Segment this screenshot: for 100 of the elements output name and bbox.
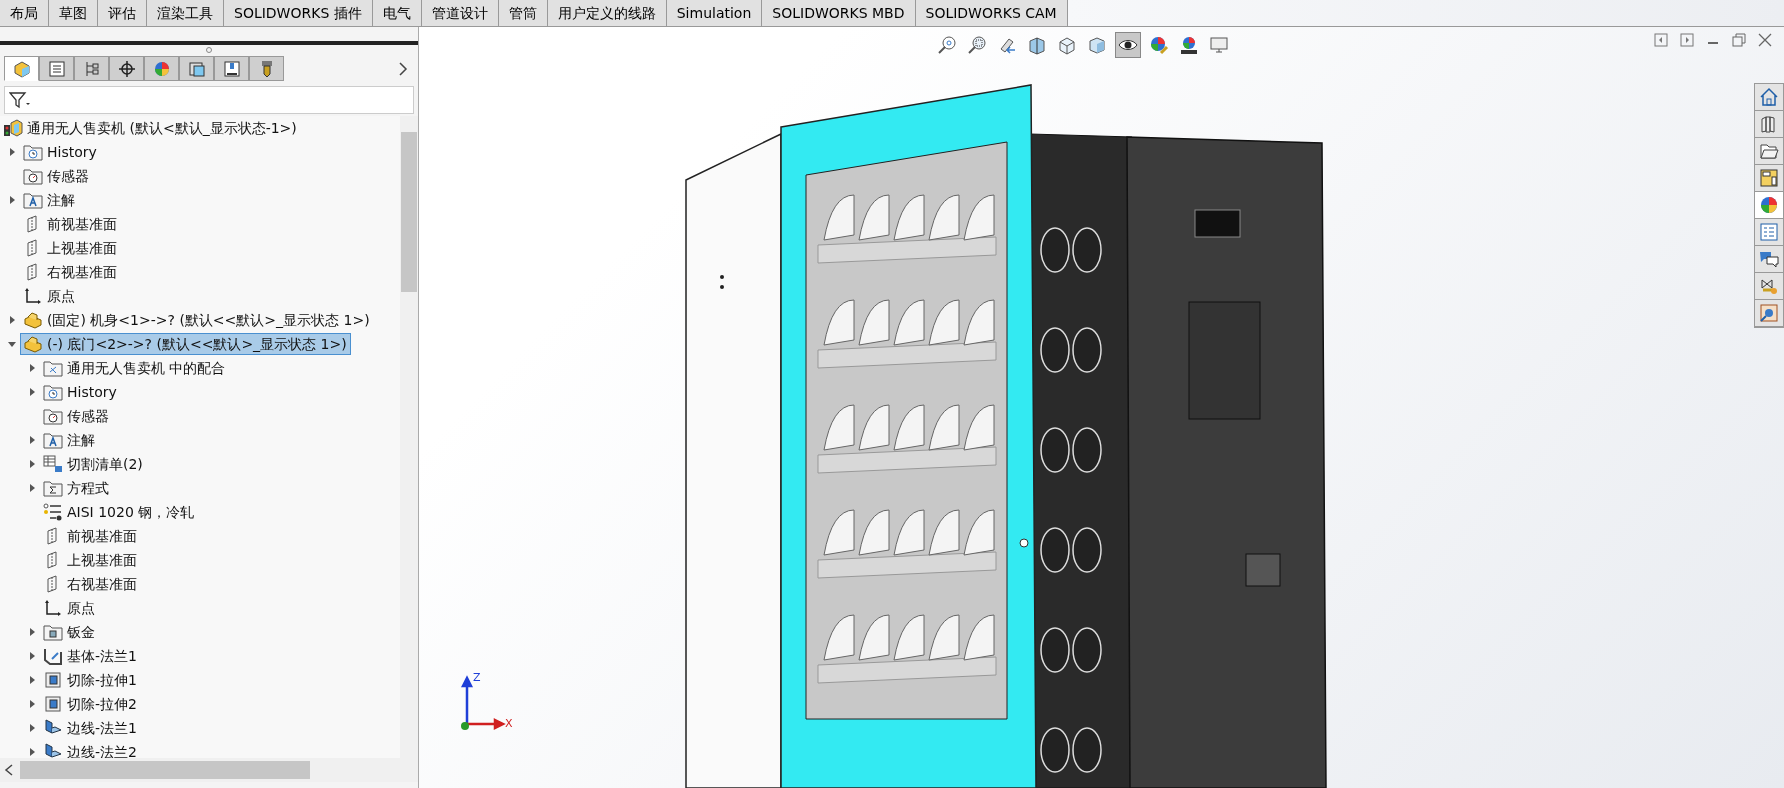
ribbon-tab[interactable]: 草图: [49, 0, 98, 26]
tree-item[interactable]: 原点: [40, 597, 99, 619]
panel-right-icon[interactable]: [1680, 33, 1694, 47]
collapsed-caret-icon[interactable]: [28, 364, 36, 372]
assembly-icon: [3, 119, 23, 137]
sensor-folder-icon: [23, 167, 43, 185]
close-icon[interactable]: [1758, 33, 1772, 47]
tree-item-label: 切除-拉伸1: [67, 670, 137, 690]
ribbon-tab[interactable]: 用户定义的线路: [547, 0, 667, 26]
tree-item-label: 上视基准面: [47, 238, 117, 258]
tree-item[interactable]: 前视基准面: [40, 525, 141, 547]
tree-item[interactable]: 传感器: [40, 405, 113, 427]
ribbon-tab[interactable]: 电气: [372, 0, 422, 26]
tree-item-label: 上视基准面: [67, 550, 137, 570]
expanded-caret-icon[interactable]: [8, 340, 16, 348]
manager-tab[interactable]: [109, 56, 144, 81]
tree-item[interactable]: 右视基准面: [20, 261, 121, 283]
collapsed-caret-icon[interactable]: [28, 628, 36, 636]
crosshair-icon: [117, 59, 136, 78]
tree-item[interactable]: 方程式: [40, 477, 113, 499]
part-icon: [23, 311, 43, 329]
collapsed-caret-icon[interactable]: [28, 460, 36, 468]
tree-item[interactable]: 注解: [20, 189, 79, 211]
ribbon-tab[interactable]: Simulation: [666, 0, 763, 26]
tree-item[interactable]: 上视基准面: [20, 237, 121, 259]
collapsed-caret-icon[interactable]: [28, 484, 36, 492]
annotation-folder-icon: [23, 191, 43, 209]
tree-item-label: 切除-拉伸2: [67, 694, 137, 714]
tree-item[interactable]: 上视基准面: [40, 549, 141, 571]
scroll-left-icon[interactable]: [4, 764, 14, 776]
palette-icon: [1759, 168, 1779, 188]
tree-item[interactable]: 原点: [20, 285, 79, 307]
tree-item[interactable]: 钣金: [40, 621, 99, 643]
material-icon: [43, 503, 63, 521]
collapsed-caret-icon[interactable]: [28, 652, 36, 660]
monitor-icon: [1209, 35, 1229, 55]
chevron-right-icon[interactable]: [398, 61, 408, 76]
tree-item[interactable]: 传感器: [20, 165, 93, 187]
ribbon-tab[interactable]: 渲染工具: [147, 0, 224, 26]
ribbon-tab[interactable]: SOLIDWORKS CAM: [915, 0, 1068, 26]
view-toolbar-button[interactable]: [1115, 32, 1141, 58]
manager-tab[interactable]: [214, 56, 249, 81]
tree-item[interactable]: 通用无人售卖机 (默认<默认_显示状态-1>): [0, 117, 301, 139]
ribbon-tab[interactable]: 管筒: [498, 0, 548, 26]
tree-item-label: 前视基准面: [67, 526, 137, 546]
tree-item[interactable]: History: [40, 381, 121, 403]
tree-item[interactable]: (-) 底门<2>->? (默认<<默认>_显示状态 1>): [20, 333, 351, 355]
zoom-fit-icon: [937, 35, 957, 55]
tree-item[interactable]: 通用无人售卖机 中的配合: [40, 357, 230, 379]
vertical-scrollbar[interactable]: [400, 116, 418, 758]
collapsed-caret-icon[interactable]: [8, 196, 16, 204]
collapsed-caret-icon[interactable]: [28, 724, 36, 732]
collapsed-caret-icon[interactable]: [28, 388, 36, 396]
tree-item[interactable]: 基体-法兰1: [40, 645, 141, 667]
collapsed-caret-icon[interactable]: [28, 700, 36, 708]
machine-icon: [222, 59, 241, 78]
ribbon-tab[interactable]: 管道设计: [421, 0, 499, 26]
cut-extrude-icon: [43, 695, 63, 713]
tree-item[interactable]: 切除-拉伸2: [40, 693, 141, 715]
tree-item-label: 通用无人售卖机 中的配合: [67, 358, 226, 378]
part-icon: [23, 335, 43, 353]
tree-item-label: 注解: [67, 430, 95, 450]
ribbon-tab[interactable]: 评估: [98, 0, 147, 26]
ribbon-tab[interactable]: SOLIDWORKS 插件: [224, 0, 373, 26]
tree-item-label: History: [47, 142, 97, 162]
collapsed-caret-icon[interactable]: [28, 676, 36, 684]
tree-item[interactable]: AISI 1020 钢，冷轧: [40, 501, 199, 523]
collapsed-caret-icon[interactable]: [28, 748, 36, 756]
tree-item[interactable]: 前视基准面: [20, 213, 121, 235]
collapsed-caret-icon[interactable]: [28, 436, 36, 444]
tree-item[interactable]: 边线-法兰1: [40, 717, 141, 739]
tree-item[interactable]: 切割清单(2): [40, 453, 147, 475]
ribbon-tab[interactable]: 布局: [0, 0, 49, 26]
tree-item-label: 传感器: [47, 166, 89, 186]
task-pane-tab[interactable]: [1755, 192, 1783, 219]
graphics-viewport[interactable]: Z X: [419, 27, 1784, 788]
folder-icon: [1759, 141, 1779, 161]
tree-item-label: 通用无人售卖机 (默认<默认_显示状态-1>): [27, 118, 297, 138]
tree-item[interactable]: (固定) 机身<1>->? (默认<<默认>_显示状态 1>): [20, 309, 374, 331]
collapsed-caret-icon[interactable]: [8, 148, 16, 156]
sensor-folder-icon: [43, 407, 63, 425]
equations-folder-icon: [43, 479, 63, 497]
horizontal-scrollbar[interactable]: [0, 758, 418, 782]
tree-item-label: 前视基准面: [47, 214, 117, 234]
tree-item[interactable]: 右视基准面: [40, 573, 141, 595]
filter-icon[interactable]: [9, 91, 31, 109]
tree-item[interactable]: 注解: [40, 429, 99, 451]
tree-item[interactable]: 边线-法兰2: [40, 741, 141, 758]
ribbon-tab[interactable]: SOLIDWORKS MBD: [762, 0, 916, 26]
restore-icon[interactable]: [1732, 33, 1746, 47]
annotation-folder-icon: [43, 431, 63, 449]
panel-left-icon[interactable]: [1654, 33, 1668, 47]
tree-item-label: 原点: [67, 598, 95, 618]
pipe-valve-icon: [1759, 276, 1779, 296]
chat-bubbles-icon: [1759, 249, 1779, 269]
tree-item[interactable]: History: [20, 141, 101, 163]
collapsed-caret-icon[interactable]: [8, 316, 16, 324]
tree-item-label: AISI 1020 钢，冷轧: [67, 502, 195, 522]
scene-ball-icon: [1179, 35, 1199, 55]
tree-item[interactable]: 切除-拉伸1: [40, 669, 141, 691]
